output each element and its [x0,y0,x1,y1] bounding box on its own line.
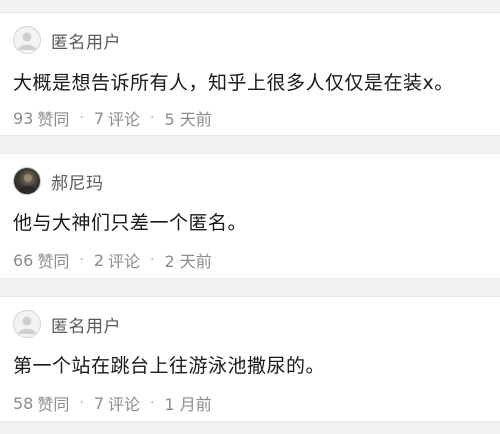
likes-count[interactable]: 66 赞同 [13,248,69,272]
comments-count[interactable]: 7 评论 [94,106,140,130]
comment-header: 匿名用户 [13,25,121,55]
likes-label: 赞同 [37,252,70,271]
likes-count[interactable]: 93 赞同 [13,106,69,130]
comments-number: 2 [93,250,105,270]
separator-dot: · [79,252,84,268]
comment-card[interactable]: 匿名用户 第一个站在跳台上往游泳池撒尿的。 58 赞同 · 7 评论 · 1 月… [0,296,500,422]
anonymous-avatar-icon[interactable] [13,26,41,54]
username[interactable]: 匿名用户 [51,28,121,53]
comments-label: 评论 [108,395,141,414]
comment-header: 匿名用户 [13,309,121,339]
timestamp: 2 天前 [164,252,212,271]
comment-meta: 93 赞同 · 7 评论 · 5 天前 [13,106,212,130]
likes-number: 66 [13,250,34,270]
comment-meta: 58 赞同 · 7 评论 · 1 月前 [13,391,212,415]
comment-meta: 66 赞同 · 2 评论 · 2 天前 [13,248,212,272]
comments-number: 7 [93,393,105,413]
comment-header: 郝尼玛 [13,166,104,196]
timestamp: 1 月前 [164,395,212,414]
likes-count[interactable]: 58 赞同 [13,391,69,415]
likes-number: 58 [13,393,34,413]
comments-label: 评论 [108,110,141,129]
username[interactable]: 郝尼玛 [51,169,104,194]
comments-count[interactable]: 7 评论 [94,391,140,415]
separator-dot: · [150,110,155,126]
user-photo-avatar-icon[interactable] [13,167,41,195]
separator-dot: · [150,395,155,411]
likes-number: 93 [13,108,34,128]
comment-text: 大概是想告诉所有人，知乎上很多人仅仅是在装x。 [13,72,454,94]
comment-text: 他与大神们只差一个匿名。 [13,212,248,234]
timestamp: 5 天前 [164,110,212,129]
separator-dot: · [150,252,155,268]
comments-count[interactable]: 2 评论 [94,248,140,272]
likes-label: 赞同 [37,395,70,414]
comment-card[interactable]: 郝尼玛 他与大神们只差一个匿名。 66 赞同 · 2 评论 · 2 天前 [0,153,500,279]
separator-dot: · [79,395,84,411]
comments-label: 评论 [108,252,141,271]
comments-number: 7 [93,108,105,128]
comment-card[interactable]: 匿名用户 大概是想告诉所有人，知乎上很多人仅仅是在装x。 93 赞同 · 7 评… [0,12,500,136]
comment-text: 第一个站在跳台上往游泳池撒尿的。 [13,355,326,377]
anonymous-avatar-icon[interactable] [13,310,41,338]
username[interactable]: 匿名用户 [51,312,121,337]
separator-dot: · [79,110,84,126]
likes-label: 赞同 [37,110,70,129]
